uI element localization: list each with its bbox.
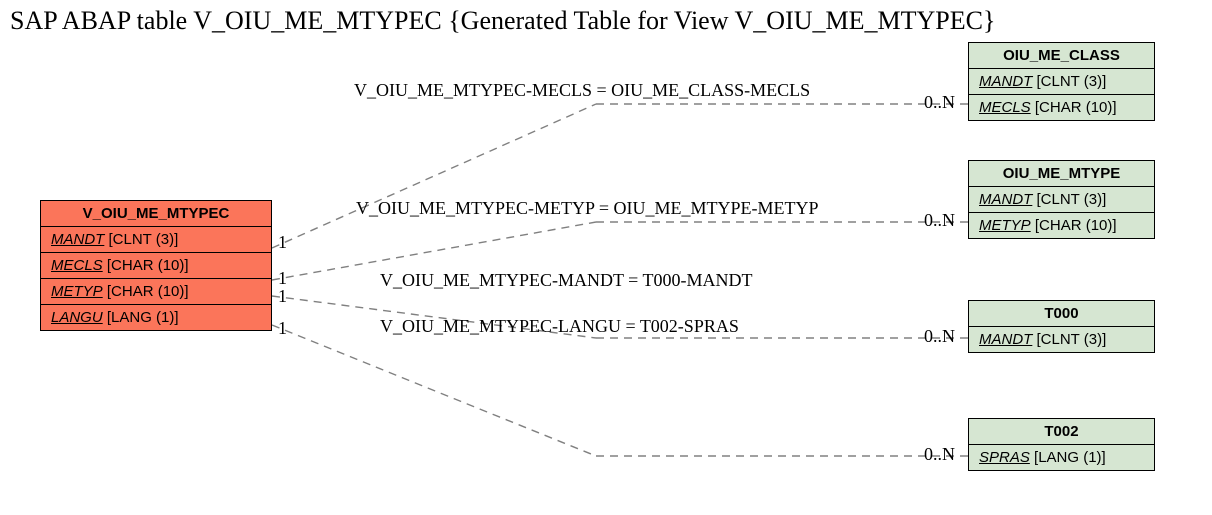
entity-source-field: METYP [CHAR (10)]: [41, 279, 271, 305]
cardinality-right: 0..N: [924, 210, 955, 231]
entity-t000: T000 MANDT [CLNT (3)]: [968, 300, 1155, 353]
cardinality-left: 1: [278, 286, 287, 307]
cardinality-right: 0..N: [924, 92, 955, 113]
cardinality-right: 0..N: [924, 444, 955, 465]
entity-header: T002: [969, 419, 1154, 445]
relation-label: V_OIU_ME_MTYPEC-METYP = OIU_ME_MTYPE-MET…: [356, 198, 818, 219]
relation-label: V_OIU_ME_MTYPEC-MECLS = OIU_ME_CLASS-MEC…: [354, 80, 810, 101]
entity-header: OIU_ME_CLASS: [969, 43, 1154, 69]
entity-field: MANDT [CLNT (3)]: [969, 69, 1154, 95]
entity-field: SPRAS [LANG (1)]: [969, 445, 1154, 470]
relation-label: V_OIU_ME_MTYPEC-MANDT = T000-MANDT: [380, 270, 752, 291]
entity-field: METYP [CHAR (10)]: [969, 213, 1154, 238]
relation-label: V_OIU_ME_MTYPEC-LANGU = T002-SPRAS: [380, 316, 739, 337]
entity-source: V_OIU_ME_MTYPEC MANDT [CLNT (3)] MECLS […: [40, 200, 272, 331]
entity-t002: T002 SPRAS [LANG (1)]: [968, 418, 1155, 471]
cardinality-right: 0..N: [924, 326, 955, 347]
entity-oiu-me-mtype: OIU_ME_MTYPE MANDT [CLNT (3)] METYP [CHA…: [968, 160, 1155, 239]
entity-header: OIU_ME_MTYPE: [969, 161, 1154, 187]
diagram-canvas: SAP ABAP table V_OIU_ME_MTYPEC {Generate…: [0, 0, 1212, 515]
entity-oiu-me-class: OIU_ME_CLASS MANDT [CLNT (3)] MECLS [CHA…: [968, 42, 1155, 121]
entity-field: MANDT [CLNT (3)]: [969, 187, 1154, 213]
entity-field: MANDT [CLNT (3)]: [969, 327, 1154, 352]
entity-source-field: MANDT [CLNT (3)]: [41, 227, 271, 253]
entity-source-field: LANGU [LANG (1)]: [41, 305, 271, 330]
entity-source-field: MECLS [CHAR (10)]: [41, 253, 271, 279]
page-title: SAP ABAP table V_OIU_ME_MTYPEC {Generate…: [10, 6, 995, 36]
entity-field: MECLS [CHAR (10)]: [969, 95, 1154, 120]
cardinality-left: 1: [278, 232, 287, 253]
entity-header: T000: [969, 301, 1154, 327]
cardinality-left: 1: [278, 318, 287, 339]
entity-source-header: V_OIU_ME_MTYPEC: [41, 201, 271, 227]
